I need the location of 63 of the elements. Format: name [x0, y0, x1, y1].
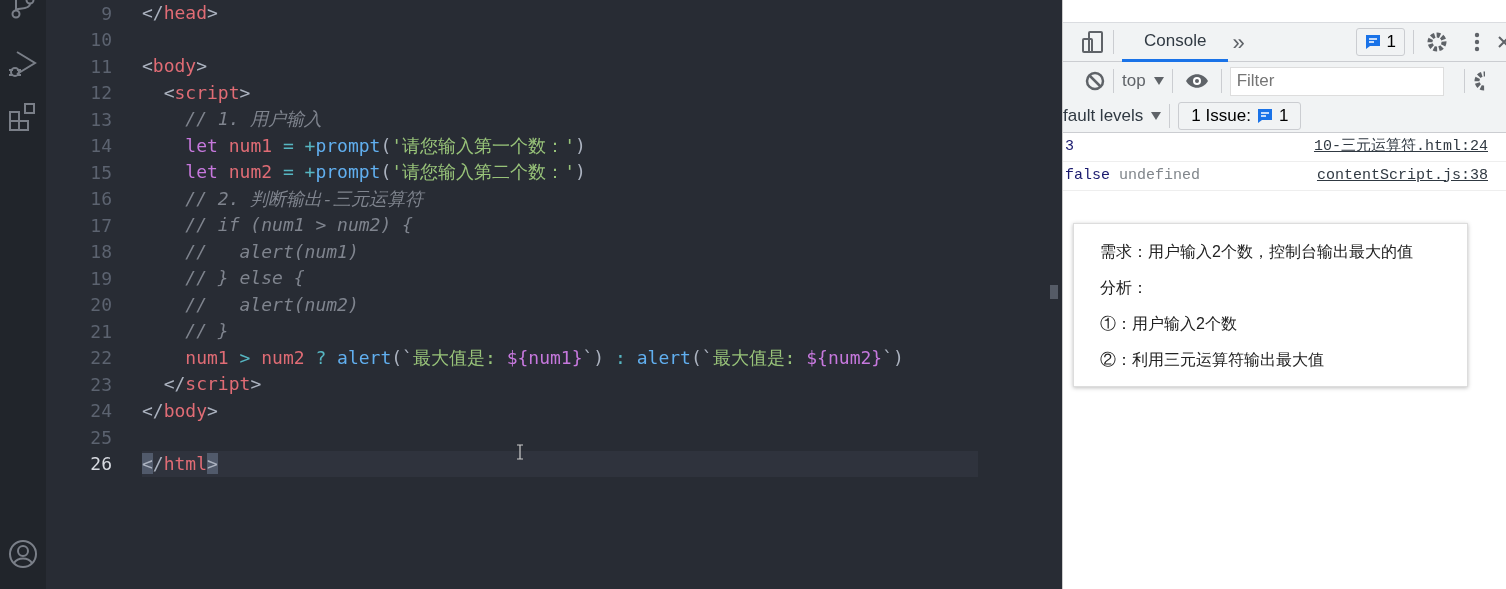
line-number: 14	[89, 134, 112, 159]
line-number: 26	[89, 452, 112, 477]
filter-field[interactable]: Filter	[1229, 66, 1444, 96]
slide-text: ①：用户输入2个数	[1100, 314, 1238, 334]
line-number: 21	[89, 319, 112, 344]
code-line: <body>	[142, 54, 209, 78]
code-line: </script>	[162, 372, 263, 396]
account-icon[interactable]	[8, 539, 38, 569]
log-levels-dropdown[interactable]: fault levels	[1063, 103, 1162, 129]
slide-text: ②：利用三元运算符输出最大值	[1100, 350, 1325, 370]
code-line: <script>	[162, 80, 252, 105]
line-number: 10	[89, 28, 112, 53]
code-line: // } else {	[184, 266, 306, 290]
slide-text: 分析：	[1100, 278, 1149, 298]
device-toggle-icon[interactable]	[1081, 30, 1105, 54]
code-line: </head>	[142, 1, 219, 25]
code-line: // alert(num2)	[184, 292, 360, 317]
context-dropdown[interactable]: top	[1122, 68, 1164, 94]
code-line: // if (num1 > num2) {	[184, 213, 414, 237]
source-link[interactable]: 10-三元运算符.html:24	[1313, 135, 1488, 159]
line-number: 16	[89, 187, 112, 212]
caret-icon	[1151, 112, 1162, 120]
line-number: 12	[89, 81, 112, 106]
code-line: // }	[184, 319, 230, 343]
code-line: num1 > num2 ? alert(`最大值是: ${num1}`) : alert(`最大值是: ${num2}`)	[184, 345, 905, 370]
source-link[interactable]: contentScript.js:38	[1316, 164, 1488, 188]
text-cursor-icon	[516, 444, 524, 460]
line-number: 9	[100, 1, 112, 26]
caret-icon	[1153, 77, 1164, 85]
message-icon	[1364, 34, 1381, 50]
run-debug-icon[interactable]	[7, 48, 39, 80]
eye-icon[interactable]	[1184, 73, 1209, 89]
code-line: </body>	[142, 398, 219, 423]
extensions-icon[interactable]	[8, 102, 38, 132]
line-number: 15	[89, 160, 112, 185]
settings-icon[interactable]	[1472, 70, 1485, 92]
line-number: 24	[89, 399, 112, 424]
code-line: // alert(num1)	[184, 239, 360, 264]
minimap-marker	[1050, 285, 1058, 299]
console-message: false undefined	[1065, 165, 1201, 186]
console-message: 3	[1065, 136, 1074, 157]
code-line: let num1 = +prompt('请您输入第一个数：')	[184, 133, 587, 158]
issues-button[interactable]: 1 Issue: 1	[1178, 102, 1302, 130]
line-number: 22	[89, 346, 112, 371]
code-line: // 2. 判断输出-三元运算符	[184, 186, 426, 211]
code-line: // 1. 用户输入	[184, 107, 324, 131]
line-number: 11	[89, 54, 112, 79]
issues-badge[interactable]: 1	[1355, 28, 1405, 56]
line-number: 17	[89, 213, 112, 238]
settings-icon[interactable]	[1426, 31, 1448, 53]
slide-text: 需求：用户输入2个数，控制台输出最大的值	[1100, 242, 1414, 262]
close-icon[interactable]	[1498, 35, 1506, 49]
line-number: 19	[89, 266, 112, 291]
line-number: 23	[89, 372, 112, 397]
code-line: let num2 = +prompt('请您输入第二个数：')	[184, 160, 587, 184]
line-number: 13	[89, 107, 112, 132]
more-options-icon[interactable]	[1474, 32, 1480, 52]
message-icon	[1256, 108, 1273, 124]
more-tabs-button[interactable]: »	[1232, 25, 1245, 59]
line-number: 25	[89, 425, 112, 450]
clear-console-icon[interactable]	[1085, 71, 1105, 91]
line-number: 18	[89, 240, 112, 265]
line-number: 20	[89, 293, 112, 318]
